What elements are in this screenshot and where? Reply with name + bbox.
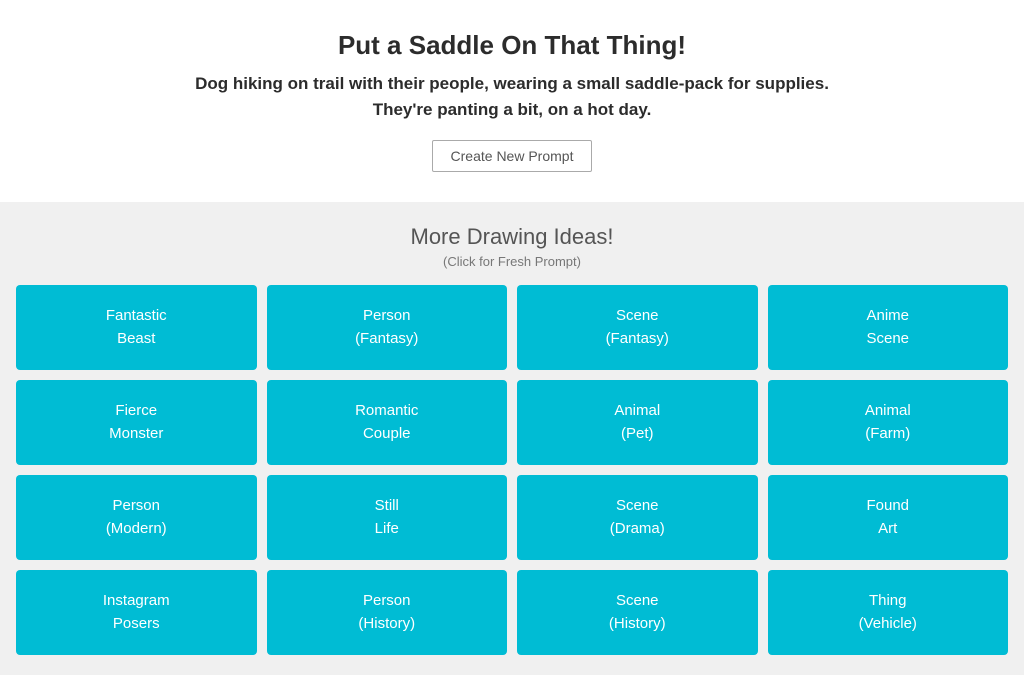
- drawing-card-4[interactable]: FierceMonster: [16, 380, 257, 465]
- drawing-card-8[interactable]: Person(Modern): [16, 475, 257, 560]
- drawing-card-9[interactable]: StillLife: [267, 475, 508, 560]
- bottom-section: More Drawing Ideas! (Click for Fresh Pro…: [0, 202, 1024, 675]
- section-subtitle: (Click for Fresh Prompt): [16, 254, 1008, 269]
- drawing-card-13[interactable]: Person(History): [267, 570, 508, 655]
- drawing-card-2[interactable]: Scene(Fantasy): [517, 285, 758, 370]
- drawing-card-0[interactable]: FantasticBeast: [16, 285, 257, 370]
- main-title: Put a Saddle On That Thing!: [20, 30, 1004, 61]
- drawing-card-1[interactable]: Person(Fantasy): [267, 285, 508, 370]
- drawing-card-10[interactable]: Scene(Drama): [517, 475, 758, 560]
- drawing-card-5[interactable]: RomanticCouple: [267, 380, 508, 465]
- top-section: Put a Saddle On That Thing! Dog hiking o…: [0, 0, 1024, 202]
- drawing-card-14[interactable]: Scene(History): [517, 570, 758, 655]
- drawing-card-6[interactable]: Animal(Pet): [517, 380, 758, 465]
- drawing-card-3[interactable]: AnimeScene: [768, 285, 1009, 370]
- cards-grid: FantasticBeastPerson(Fantasy)Scene(Fanta…: [16, 285, 1008, 655]
- create-new-prompt-button[interactable]: Create New Prompt: [432, 140, 593, 172]
- subtitle-line1: Dog hiking on trail with their people, w…: [195, 74, 829, 93]
- drawing-card-12[interactable]: InstagramPosers: [16, 570, 257, 655]
- drawing-card-7[interactable]: Animal(Farm): [768, 380, 1009, 465]
- drawing-card-11[interactable]: FoundArt: [768, 475, 1009, 560]
- subtitle-line2: They're panting a bit, on a hot day.: [373, 100, 652, 119]
- section-title: More Drawing Ideas!: [16, 224, 1008, 250]
- subtitle: Dog hiking on trail with their people, w…: [20, 71, 1004, 122]
- drawing-card-15[interactable]: Thing(Vehicle): [768, 570, 1009, 655]
